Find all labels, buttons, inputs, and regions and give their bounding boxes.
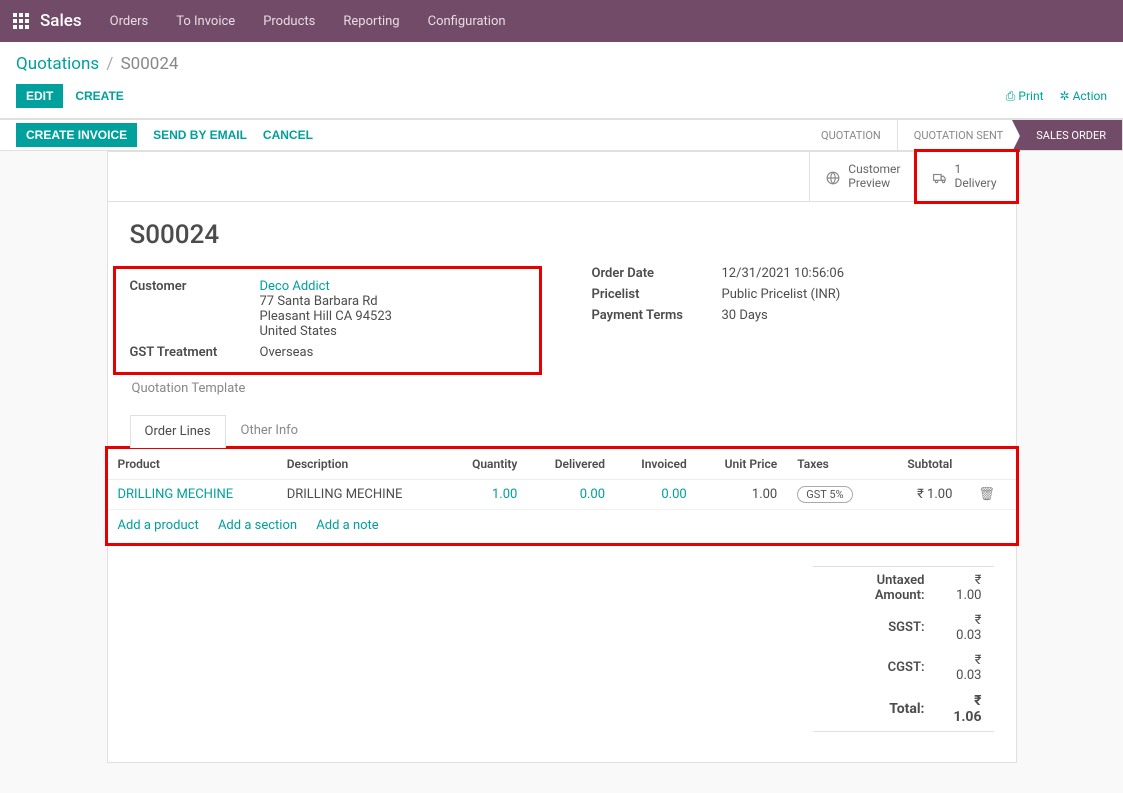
sgst-value: ₹ 0.03 — [937, 609, 992, 647]
create-invoice-button[interactable]: CREATE INVOICE — [16, 123, 137, 147]
send-email-button[interactable]: SEND BY EMAIL — [153, 128, 247, 142]
app-brand[interactable]: Sales — [40, 11, 82, 31]
truck-icon — [933, 167, 947, 186]
status-bar: CREATE INVOICE SEND BY EMAIL CANCEL QUOT… — [0, 119, 1123, 151]
status-steps: QUOTATION QUOTATION SENT SALES ORDER — [805, 120, 1123, 150]
print-icon: ⎙ — [1006, 89, 1016, 103]
customer-link[interactable]: Deco Addict — [260, 279, 330, 294]
total-value: ₹ 1.06 — [937, 689, 992, 729]
action-label: Action — [1073, 89, 1107, 103]
th-quantity: Quantity — [446, 449, 527, 480]
customer-block-highlight: Customer Deco Addict 77 Santa Barbara Rd… — [113, 266, 542, 375]
breadcrumb-sep: / — [106, 54, 113, 74]
menu-configuration[interactable]: Configuration — [428, 14, 506, 29]
delivery-label: Delivery — [955, 176, 997, 190]
untaxed-label: Untaxed Amount: — [815, 569, 935, 607]
order-lines-table: Product Description Quantity Delivered I… — [108, 449, 1016, 510]
menu-orders[interactable]: Orders — [110, 14, 149, 29]
cgst-label: CGST: — [815, 649, 935, 687]
add-section-link[interactable]: Add a section — [218, 518, 297, 533]
cell-delivered[interactable]: 0.00 — [527, 479, 615, 509]
delivery-count: 1 — [955, 162, 997, 176]
untaxed-value: ₹ 1.00 — [937, 569, 992, 607]
cell-invoiced[interactable]: 0.00 — [615, 479, 697, 509]
gst-value: Overseas — [260, 345, 525, 360]
customer-value: Deco Addict 77 Santa Barbara Rd Pleasant… — [260, 279, 525, 339]
breadcrumb-parent[interactable]: Quotations — [16, 54, 99, 74]
status-quotation[interactable]: QUOTATION — [805, 120, 898, 150]
totals: Untaxed Amount: ₹ 1.00 SGST: ₹ 0.03 CGST… — [108, 546, 1016, 762]
status-quotation-sent[interactable]: QUOTATION SENT — [898, 120, 1020, 150]
orderdate-value: 12/31/2021 10:56:06 — [722, 266, 994, 281]
menu-products[interactable]: Products — [263, 14, 315, 29]
button-box: CustomerPreview 1 Delivery — [108, 152, 1016, 202]
breadcrumb-current: S00024 — [121, 54, 179, 74]
order-lines-highlight: Product Description Quantity Delivered I… — [105, 446, 1019, 546]
customer-preview-label: CustomerPreview — [848, 162, 900, 191]
tax-tag: GST 5% — [797, 486, 852, 503]
add-note-link[interactable]: Add a note — [316, 518, 378, 533]
gear-icon: ✲ — [1060, 89, 1070, 103]
cell-subtotal: ₹ 1.00 — [881, 479, 962, 509]
edit-button[interactable]: EDIT — [16, 84, 63, 108]
customer-addr3: United States — [260, 324, 337, 339]
customer-preview-button[interactable]: CustomerPreview — [809, 152, 916, 201]
control-panel: Quotations / S00024 EDIT CREATE ⎙Print ✲… — [0, 42, 1123, 119]
record-title: S00024 — [130, 220, 994, 250]
status-sales-order[interactable]: SALES ORDER — [1020, 120, 1123, 150]
tabs: Order Lines Other Info — [130, 414, 994, 447]
quotation-template-label: Quotation Template — [130, 381, 532, 396]
th-unitprice: Unit Price — [697, 449, 788, 480]
customer-addr2: Pleasant Hill CA 94523 — [260, 309, 392, 324]
pricelist-label: Pricelist — [592, 287, 722, 302]
cancel-button[interactable]: CANCEL — [263, 128, 313, 142]
cell-taxes: GST 5% — [787, 479, 881, 509]
cell-product[interactable]: DRILLING MECHINE — [108, 479, 277, 509]
table-row[interactable]: DRILLING MECHINE DRILLING MECHINE 1.00 0… — [108, 479, 1016, 509]
menu-to-invoice[interactable]: To Invoice — [176, 14, 235, 29]
th-invoiced: Invoiced — [615, 449, 697, 480]
cell-description: DRILLING MECHINE — [277, 479, 446, 509]
tab-other-info[interactable]: Other Info — [226, 414, 314, 447]
create-button[interactable]: CREATE — [75, 89, 123, 103]
add-links: Add a product Add a section Add a note — [108, 510, 1016, 543]
tab-order-lines[interactable]: Order Lines — [130, 415, 226, 448]
print-button[interactable]: ⎙Print — [1006, 89, 1044, 104]
apps-icon[interactable] — [12, 12, 30, 30]
th-taxes: Taxes — [787, 449, 881, 480]
trash-icon[interactable]: 🗑 — [978, 487, 995, 502]
form-sheet: CustomerPreview 1 Delivery S00024 Custom… — [107, 151, 1017, 763]
pricelist-value: Public Pricelist (INR) — [722, 287, 994, 302]
toolbar: EDIT CREATE ⎙Print ✲Action — [0, 80, 1123, 118]
cell-quantity[interactable]: 1.00 — [446, 479, 527, 509]
th-product: Product — [108, 449, 277, 480]
gst-label: GST Treatment — [130, 345, 260, 360]
customer-addr1: 77 Santa Barbara Rd — [260, 294, 378, 309]
payment-label: Payment Terms — [592, 308, 722, 323]
sgst-label: SGST: — [815, 609, 935, 647]
delivery-button[interactable]: 1 Delivery — [914, 149, 1019, 204]
cell-unitprice: 1.00 — [697, 479, 788, 509]
breadcrumb: Quotations / S00024 — [0, 42, 1123, 80]
cgst-value: ₹ 0.03 — [937, 649, 992, 687]
menu-reporting[interactable]: Reporting — [343, 14, 399, 29]
globe-icon — [826, 167, 840, 186]
payment-value: 30 Days — [722, 308, 994, 323]
orderdate-label: Order Date — [592, 266, 722, 281]
delivery-text: 1 Delivery — [955, 162, 997, 191]
print-label: Print — [1018, 89, 1043, 103]
total-label: Total: — [815, 689, 935, 729]
th-delivered: Delivered — [527, 449, 615, 480]
top-navbar: Sales Orders To Invoice Products Reporti… — [0, 0, 1123, 42]
th-subtotal: Subtotal — [881, 449, 962, 480]
action-button[interactable]: ✲Action — [1060, 89, 1108, 103]
th-description: Description — [277, 449, 446, 480]
add-product-link[interactable]: Add a product — [118, 518, 199, 533]
customer-label: Customer — [130, 279, 260, 339]
